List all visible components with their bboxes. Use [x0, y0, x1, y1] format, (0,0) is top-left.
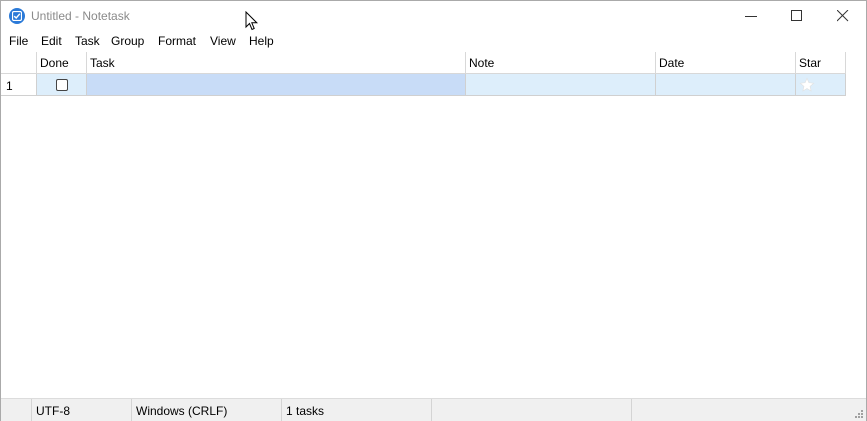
- column-header-date[interactable]: Date: [656, 52, 796, 74]
- status-empty-1: [432, 399, 632, 421]
- done-checkbox[interactable]: [56, 79, 68, 91]
- status-spacer: [1, 399, 32, 421]
- window-title: Untitled - Notetask: [31, 9, 130, 23]
- menu-format[interactable]: Format: [158, 34, 196, 48]
- title-bar[interactable]: Untitled - Notetask: [1, 1, 866, 31]
- done-cell[interactable]: [37, 74, 87, 96]
- status-bar: UTF-8 Windows (CRLF) 1 tasks: [1, 398, 866, 421]
- status-line-ending: Windows (CRLF): [132, 399, 282, 421]
- menu-view[interactable]: View: [210, 34, 236, 48]
- column-header-done[interactable]: Done: [37, 52, 87, 74]
- task-grid[interactable]: Done Task Note Date Star 1: [1, 52, 866, 398]
- row-number-header[interactable]: [1, 52, 37, 74]
- star-icon[interactable]: [799, 77, 815, 93]
- menu-group[interactable]: Group: [111, 34, 144, 48]
- status-task-count: 1 tasks: [282, 399, 432, 421]
- note-cell[interactable]: [466, 74, 656, 96]
- notetask-app-icon[interactable]: [9, 8, 25, 24]
- maximize-button[interactable]: [774, 1, 820, 31]
- star-cell[interactable]: [796, 74, 846, 96]
- mouse-cursor-icon: [245, 11, 259, 31]
- menu-edit[interactable]: Edit: [41, 34, 62, 48]
- task-cell[interactable]: [87, 74, 466, 96]
- maximize-icon: [791, 10, 802, 21]
- table-row[interactable]: 1: [1, 74, 846, 96]
- close-button[interactable]: [820, 1, 866, 31]
- column-header-note[interactable]: Note: [466, 52, 656, 74]
- menu-file[interactable]: File: [9, 34, 28, 48]
- app-window: Untitled - Notetask File Edit Task Group…: [0, 0, 867, 421]
- menu-task[interactable]: Task: [75, 34, 100, 48]
- minimize-icon: [745, 16, 757, 17]
- menu-bar: File Edit Task Group Format View Help: [1, 32, 866, 52]
- resize-grip-icon[interactable]: [854, 409, 864, 419]
- status-encoding: UTF-8: [32, 399, 132, 421]
- minimize-button[interactable]: [728, 1, 774, 31]
- column-header-task[interactable]: Task: [87, 52, 466, 74]
- menu-help[interactable]: Help: [249, 34, 274, 48]
- close-icon: [837, 10, 849, 22]
- row-number[interactable]: 1: [1, 74, 37, 96]
- column-header-star[interactable]: Star: [796, 52, 846, 74]
- date-cell[interactable]: [656, 74, 796, 96]
